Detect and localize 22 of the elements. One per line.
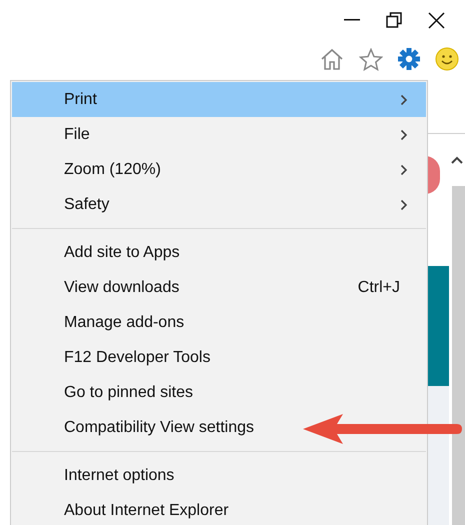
shortcut-text: Ctrl+J: [358, 278, 400, 298]
menu-item[interactable]: Add site to Apps: [64, 235, 180, 270]
smiley-icon[interactable]: [435, 47, 459, 71]
close-icon[interactable]: [428, 12, 445, 28]
menu-item[interactable]: Print: [12, 82, 426, 117]
menu-item[interactable]: Safety: [12, 187, 426, 222]
scroll-up-icon[interactable]: [451, 156, 463, 164]
menu-item[interactable]: Go to pinned sites: [64, 375, 193, 410]
menu-item[interactable]: About Internet Explorer: [64, 493, 229, 525]
restore-icon[interactable]: [386, 12, 402, 28]
home-icon[interactable]: [320, 48, 344, 70]
menu-item[interactable]: Internet options: [64, 458, 174, 493]
menu-item[interactable]: File: [12, 117, 426, 152]
menu-item[interactable]: View downloads Ctrl+J: [12, 270, 426, 305]
scrollbar-track[interactable]: [452, 186, 465, 525]
menu-item[interactable]: Zoom (120%): [12, 152, 426, 187]
settings-icon[interactable]: [398, 48, 420, 70]
menu-item[interactable]: Manage add-ons: [64, 305, 184, 340]
star-icon[interactable]: [359, 48, 383, 70]
minimize-icon[interactable]: [344, 19, 360, 21]
menu-item[interactable]: F12 Developer Tools: [64, 340, 210, 375]
menu-item[interactable]: Compatibility View settings: [64, 410, 254, 445]
